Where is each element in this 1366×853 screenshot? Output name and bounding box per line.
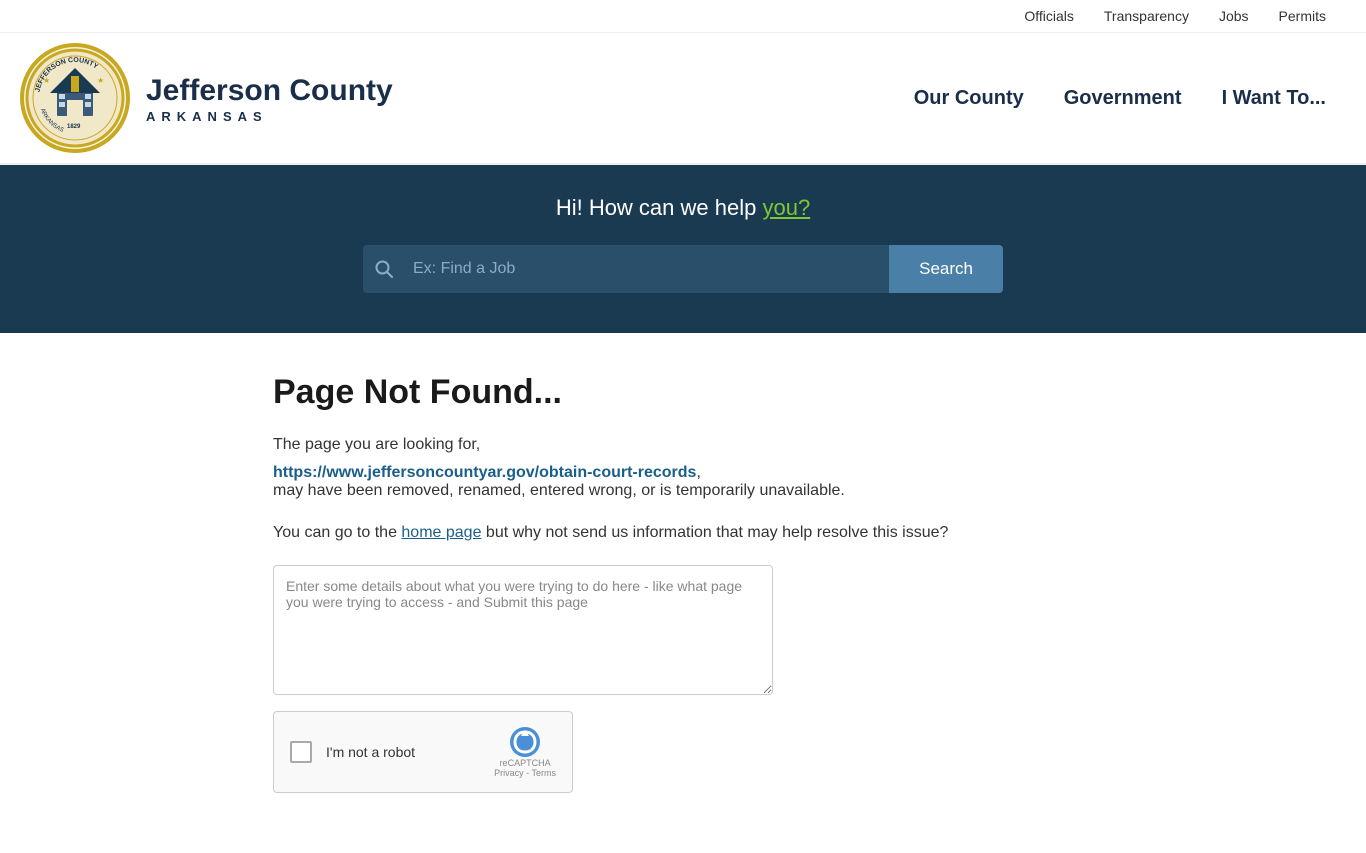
site-name-line2: ARKANSAS [146,109,393,124]
comma-separator: , [696,464,700,481]
feedback-textarea[interactable] [273,565,773,695]
main-header: JEFFERSON COUNTY ARKANSAS ★ ★ 1 [0,33,1366,165]
logo-area: JEFFERSON COUNTY ARKANSAS ★ ★ 1 [20,43,393,153]
captcha-checkbox[interactable] [290,741,312,763]
captcha-label: I'm not a robot [326,744,415,760]
error-description-line1: The page you are looking for, [273,432,1093,458]
site-name-line1: Jefferson County [146,73,393,109]
home-link-text: You can go to the home page but why not … [273,520,1093,546]
search-bar: Search [363,245,1003,293]
svg-text:1829: 1829 [67,124,81,130]
captcha-logo: reCAPTCHA Privacy - Terms [494,726,556,778]
county-seal: JEFFERSON COUNTY ARKANSAS ★ ★ 1 [20,43,130,153]
hero-tagline-highlight: you? [762,195,810,220]
main-content: Page Not Found... The page you are looki… [233,333,1133,853]
error-description-line2: may have been removed, renamed, entered … [273,482,1093,500]
recaptcha-logo-svg [509,726,541,758]
nav-our-county[interactable]: Our County [914,87,1024,110]
search-icon [363,245,405,293]
hero-tagline: Hi! How can we help you? [40,195,1326,221]
nav-government[interactable]: Government [1064,87,1182,110]
hero-tagline-prefix: Hi! How can we help [556,195,763,220]
search-input[interactable] [405,245,889,293]
nav-permits[interactable]: Permits [1279,8,1326,24]
top-utility-nav: Officials Transparency Jobs Permits [0,0,1366,33]
home-prompt-suffix: but why not send us information that may… [481,524,948,541]
captcha-links: Privacy - Terms [494,768,556,778]
site-title: Jefferson County ARKANSAS [146,73,393,124]
nav-officials[interactable]: Officials [1024,8,1074,24]
nav-jobs[interactable]: Jobs [1219,8,1249,24]
main-nav: Our County Government I Want To... [914,87,1326,110]
svg-text:★: ★ [43,76,50,85]
captcha-left: I'm not a robot [290,741,415,763]
hero-section: Hi! How can we help you? Search [0,165,1366,333]
page-title: Page Not Found... [273,373,1093,412]
nav-transparency[interactable]: Transparency [1104,8,1189,24]
seal-svg: JEFFERSON COUNTY ARKANSAS ★ ★ 1 [25,48,125,148]
missing-url-link[interactable]: https://www.jeffersoncountyar.gov/obtain… [273,464,696,481]
svg-text:★: ★ [97,76,104,85]
home-page-link[interactable]: home page [401,524,481,541]
home-prompt-prefix: You can go to the [273,524,401,541]
search-button[interactable]: Search [889,245,1003,293]
recaptcha-brand: reCAPTCHA [500,758,551,768]
captcha-widget: I'm not a robot reCAPTCHA Privacy - Term… [273,711,573,793]
nav-i-want-to[interactable]: I Want To... [1222,87,1326,110]
